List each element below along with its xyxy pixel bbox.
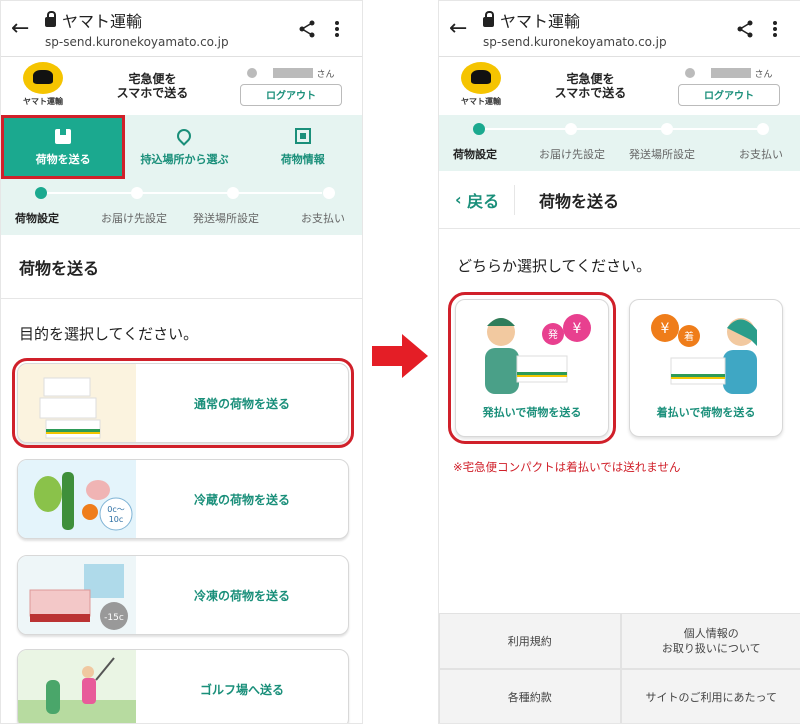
option-label: 通常の荷物を送る <box>193 396 290 411</box>
logout-button[interactable]: ログアウト <box>240 83 342 106</box>
back-arrow-icon[interactable]: ← <box>11 16 39 41</box>
vegetables-illustration: 0c〜 10c <box>18 460 136 538</box>
share-icon[interactable] <box>730 14 760 44</box>
yamato-logo[interactable]: ヤマト運輸 <box>17 62 69 110</box>
right-arrow-icon <box>372 334 428 378</box>
step-dot <box>473 123 485 135</box>
card-label: 発払いで荷物を送る <box>482 406 582 419</box>
option-label: ゴルフ場へ送る <box>199 682 284 697</box>
site-header: ヤマト運輸 宅急便を スマホで送る さん ログアウト <box>439 57 800 115</box>
step-label: お届け先設定 <box>101 212 167 225</box>
instruction-text: どちらか選択してください。 <box>457 257 652 275</box>
footer-link-terms[interactable]: 利用規約 <box>439 613 621 669</box>
prepaid-shipping-card[interactable]: 発 ¥ 発払いで荷物を送る <box>448 292 616 444</box>
back-button[interactable]: ‹ 戻る <box>439 184 515 215</box>
step-dot <box>131 187 143 199</box>
page-title: ヤマト運輸 <box>500 12 581 31</box>
left-screenshot: ← ヤマト運輸 sp-send.kuronekoyamato.co.jp ヤマト… <box>0 0 363 724</box>
option-refrigerated-parcel[interactable]: 0c〜 10c 冷蔵の荷物を送る <box>17 459 349 539</box>
footer-link-site-usage[interactable]: サイトのご利用にあたって <box>620 669 800 723</box>
step-dot <box>661 123 673 135</box>
browser-bar: ← ヤマト運輸 sp-send.kuronekoyamato.co.jp <box>439 1 800 57</box>
chevron-left-icon: ‹ <box>455 190 468 209</box>
step-label: お届け先設定 <box>539 148 605 161</box>
svg-text:10c: 10c <box>109 515 124 524</box>
main-tabs: 荷物を送る 持込場所から選ぶ 荷物情報 <box>1 115 362 179</box>
tab-drop-off[interactable]: 持込場所から選ぶ <box>125 115 243 179</box>
page-heading: 荷物を送る <box>539 191 620 211</box>
address-bar[interactable]: ヤマト運輸 sp-send.kuronekoyamato.co.jp <box>483 8 730 49</box>
more-menu-icon[interactable] <box>760 14 790 44</box>
card-label: 着払いで荷物を送る <box>656 406 756 419</box>
logout-button[interactable]: ログアウト <box>678 83 780 106</box>
step-label: 荷物設定 <box>453 148 497 161</box>
qr-code-icon <box>294 128 311 144</box>
browser-bar: ← ヤマト運輸 sp-send.kuronekoyamato.co.jp <box>1 1 362 57</box>
address-bar[interactable]: ヤマト運輸 sp-send.kuronekoyamato.co.jp <box>45 8 292 49</box>
step-label: 発送場所設定 <box>193 212 259 225</box>
step-dot <box>757 123 769 135</box>
golf-illustration <box>18 650 136 723</box>
option-label: 冷凍の荷物を送る <box>193 588 290 603</box>
step-label: 荷物設定 <box>15 212 59 225</box>
subheader: ‹ 戻る 荷物を送る <box>439 171 800 229</box>
footer-links: 利用規約 個人情報の お取り扱いについて 各種約款 サイトのご利用にあたって <box>439 613 800 723</box>
service-tagline: 宅急便を スマホで送る <box>116 72 189 100</box>
black-cat-icon <box>23 62 63 94</box>
more-menu-icon[interactable] <box>322 14 352 44</box>
tab-send[interactable]: 荷物を送る <box>1 115 126 179</box>
user-icon <box>685 68 696 78</box>
user-name-masked <box>711 68 752 78</box>
service-tagline: 宅急便を スマホで送る <box>554 72 627 100</box>
option-normal-parcel[interactable]: 通常の荷物を送る <box>12 358 354 448</box>
boxes-illustration <box>18 364 136 442</box>
footer-link-conditions[interactable]: 各種約款 <box>439 669 621 723</box>
option-golf-course[interactable]: ゴルフ場へ送る <box>17 649 349 723</box>
svg-text:-15c: -15c <box>104 613 124 623</box>
page-url: sp-send.kuronekoyamato.co.jp <box>45 35 229 49</box>
instruction-text: 目的を選択してください。 <box>19 325 199 343</box>
step-dot <box>565 123 577 135</box>
option-frozen-parcel[interactable]: -15c 冷凍の荷物を送る <box>17 555 349 635</box>
svg-text:¥: ¥ <box>661 321 670 337</box>
svg-text:発: 発 <box>548 328 558 341</box>
step-label: お支払い <box>301 212 345 225</box>
compact-notice: ※宅急便コンパクトは着払いでは送れません <box>453 460 681 474</box>
step-label: 発送場所設定 <box>629 148 695 161</box>
page-url: sp-send.kuronekoyamato.co.jp <box>483 35 667 49</box>
sender-illustration: 発 ¥ <box>467 308 597 394</box>
back-arrow-icon[interactable]: ← <box>449 16 477 41</box>
page-title: ヤマト運輸 <box>62 12 143 31</box>
map-pin-icon <box>174 126 195 146</box>
yamato-logo[interactable]: ヤマト運輸 <box>455 62 507 110</box>
user-box: さん ログアウト <box>674 67 784 106</box>
progress-stepper: 荷物設定 お届け先設定 発送場所設定 お支払い <box>1 179 362 235</box>
svg-text:着: 着 <box>684 330 694 343</box>
black-cat-icon <box>461 62 501 94</box>
step-dot <box>323 187 335 199</box>
tab-parcel-info[interactable]: 荷物情報 <box>244 115 362 179</box>
lock-icon <box>483 11 494 27</box>
svg-text:¥: ¥ <box>573 321 582 337</box>
section-title: 荷物を送る <box>1 235 362 299</box>
option-label: 冷蔵の荷物を送る <box>193 492 290 507</box>
step-dot <box>35 187 47 199</box>
user-name-masked <box>273 68 314 78</box>
user-box: さん ログアウト <box>236 67 346 106</box>
share-icon[interactable] <box>292 14 322 44</box>
cash-on-delivery-card[interactable]: ¥ 着 着払いで荷物を送る <box>629 299 783 437</box>
box-icon <box>55 128 72 144</box>
site-header: ヤマト運輸 宅急便を スマホで送る さん ログアウト <box>1 57 362 115</box>
step-label: お支払い <box>739 148 783 161</box>
svg-text:0c〜: 0c〜 <box>107 505 125 514</box>
receiver-illustration: ¥ 着 <box>641 308 771 394</box>
progress-stepper: 荷物設定 お届け先設定 発送場所設定 お支払い <box>439 115 800 171</box>
frozen-food-illustration: -15c <box>18 556 136 634</box>
right-screenshot: ← ヤマト運輸 sp-send.kuronekoyamato.co.jp ヤマト… <box>438 0 800 724</box>
step-dot <box>227 187 239 199</box>
lock-icon <box>45 11 56 27</box>
footer-link-privacy[interactable]: 個人情報の お取り扱いについて <box>620 613 800 669</box>
user-icon <box>247 68 258 78</box>
